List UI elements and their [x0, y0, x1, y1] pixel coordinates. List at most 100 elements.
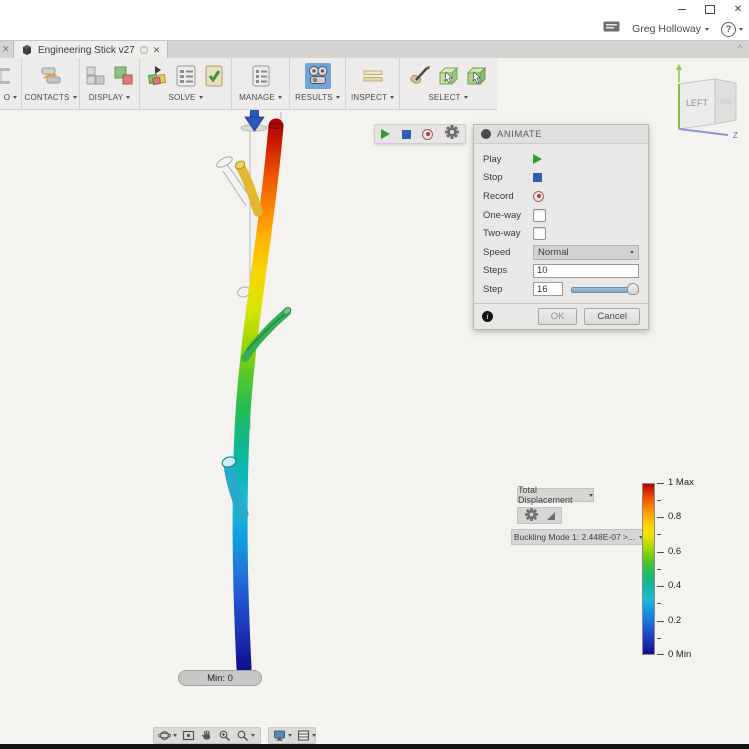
legend-tick	[657, 483, 664, 484]
ok-button[interactable]: OK	[538, 308, 578, 325]
legend-tick	[657, 500, 661, 501]
legend-tick	[657, 621, 664, 622]
select-window-icon[interactable]	[435, 63, 461, 89]
navigation-toolbar	[153, 727, 261, 744]
document-tab[interactable]: Engineering Stick v27 ✕	[13, 41, 168, 59]
close-button[interactable]: ✕	[731, 2, 745, 16]
speed-dropdown[interactable]: Normal	[533, 245, 639, 260]
display-compare-icon[interactable]	[111, 63, 137, 89]
cancel-button[interactable]: Cancel	[584, 308, 640, 325]
notifications-icon[interactable]	[603, 20, 620, 38]
legend-settings-gear-icon[interactable]	[525, 508, 538, 523]
previous-tab-close[interactable]: ✕	[2, 44, 10, 55]
record-icon[interactable]	[422, 129, 433, 140]
minimize-button[interactable]	[675, 2, 689, 16]
row-step: Step	[474, 280, 648, 299]
slider-thumb[interactable]	[627, 283, 639, 295]
ribbon-group-display[interactable]: DISPLAY	[80, 58, 140, 109]
chevron-down-icon	[705, 28, 709, 31]
solve-icon[interactable]	[145, 63, 171, 89]
row-steps: Steps	[474, 262, 648, 281]
z-axis-label: Z	[733, 131, 738, 138]
play-label: Play	[483, 154, 533, 165]
ribbon-group-label: CONTACTS	[24, 93, 69, 102]
twoway-checkbox[interactable]	[533, 227, 546, 240]
view-cube[interactable]: LEFT FRONT Z	[670, 62, 744, 138]
user-menu[interactable]: Greg Holloway	[632, 23, 709, 35]
stop-button[interactable]	[533, 173, 542, 182]
ribbon-group-label: SOLVE	[168, 93, 195, 102]
ribbon-group-solve[interactable]: SOLVE	[140, 58, 232, 109]
animate-results-icon[interactable]	[305, 63, 331, 89]
legend-colorbar	[642, 483, 655, 655]
buckling-mode-dropdown[interactable]: Buckling Mode 1: 2.448E-07 >...	[511, 529, 646, 545]
ribbon-group-select[interactable]: SELECT	[400, 58, 496, 109]
ribbon-group-clipped[interactable]: O	[0, 58, 22, 109]
row-speed: Speed Normal	[474, 243, 648, 262]
dropdown-caret-icon	[288, 734, 292, 737]
maximize-icon	[705, 5, 715, 14]
inspect-icon[interactable]	[360, 63, 386, 89]
display-blocks-icon[interactable]	[83, 63, 109, 89]
ribbon-group-manage[interactable]: MANAGE	[232, 58, 290, 109]
animate-dialog-header[interactable]: ANIMATE	[474, 125, 648, 144]
dropdown-caret-icon	[464, 96, 468, 99]
display-settings-tool[interactable]	[273, 729, 292, 742]
ribbon-group-results[interactable]: RESULTS	[290, 58, 346, 109]
dialog-grip-icon[interactable]	[481, 129, 491, 139]
animate-dialog: ANIMATE Play Stop Record One-way Two-way	[473, 124, 649, 330]
legend-tick	[657, 517, 664, 518]
ribbon-group-contacts[interactable]: CONTACTS	[22, 58, 80, 109]
steps-input[interactable]	[533, 264, 639, 278]
look-at-tool[interactable]	[182, 729, 195, 742]
row-oneway: One-way	[474, 206, 648, 225]
select-paint-icon[interactable]	[407, 63, 433, 89]
user-name: Greg Holloway	[632, 23, 701, 35]
twoway-label: Two-way	[483, 228, 533, 239]
play-button[interactable]	[533, 154, 542, 164]
settings-gear-icon[interactable]	[445, 125, 459, 144]
contacts-icon[interactable]	[38, 63, 64, 89]
tab-close-icon[interactable]: ✕	[153, 45, 161, 56]
zoom-window-tool[interactable]	[236, 729, 255, 742]
legend-options-group	[517, 507, 562, 524]
orbit-tool[interactable]	[158, 729, 177, 742]
pan-tool[interactable]	[200, 729, 213, 742]
grid-layout-tool[interactable]	[297, 729, 316, 742]
dropdown-caret-icon	[336, 96, 340, 99]
help-icon: ?	[721, 22, 736, 37]
play-icon[interactable]	[381, 129, 390, 139]
row-stop: Stop	[474, 169, 648, 188]
dropdown-caret-icon	[251, 734, 255, 737]
speed-value: Normal	[538, 247, 569, 258]
collapse-toolbar-icon[interactable]: ^	[738, 43, 742, 53]
fusion-document-icon	[21, 44, 33, 56]
dropdown-caret-icon	[126, 96, 130, 99]
taskbar-strip	[0, 744, 749, 749]
stop-icon[interactable]	[402, 130, 411, 139]
zoom-tool[interactable]	[218, 729, 231, 742]
ribbon-group-inspect[interactable]: INSPECT	[346, 58, 400, 109]
dropdown-caret-icon	[13, 96, 17, 99]
record-button[interactable]	[533, 191, 544, 202]
maximize-button[interactable]	[703, 2, 717, 16]
min-value-tag: Min: 0	[178, 670, 262, 686]
step-input[interactable]	[533, 282, 563, 296]
viewcube-side-label: FRONT	[717, 99, 732, 106]
legend-label: 0.4	[668, 581, 708, 591]
chevron-down-icon	[739, 28, 743, 31]
result-type-dropdown[interactable]: Total Displacement	[517, 488, 594, 502]
manage-icon[interactable]	[248, 63, 274, 89]
help-menu[interactable]: ?	[721, 22, 743, 37]
oneway-checkbox[interactable]	[533, 209, 546, 222]
select-freeform-icon[interactable]	[463, 63, 489, 89]
precheck-icon[interactable]	[201, 63, 227, 89]
info-icon[interactable]: i	[482, 311, 493, 322]
row-twoway: Two-way	[474, 224, 648, 243]
solve-details-icon[interactable]	[173, 63, 199, 89]
deformation-scale-icon[interactable]	[547, 512, 555, 520]
step-slider[interactable]	[571, 283, 639, 295]
unsaved-indicator-icon	[140, 46, 148, 54]
dropdown-caret-icon	[589, 494, 593, 497]
constraints-icon[interactable]	[0, 63, 22, 89]
